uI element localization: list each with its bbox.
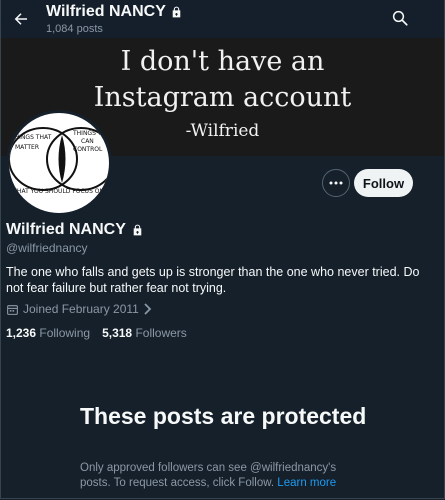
protected-title: These posts are protected: [80, 403, 367, 429]
profile-name: Wilfried NANCY: [6, 220, 144, 240]
following-label: Following: [39, 326, 91, 340]
avatar-text-right-3: CONTROL: [73, 146, 103, 153]
avatar[interactable]: THINGS THAT MATTER THINGS YOU CAN CONTRO…: [6, 110, 112, 216]
following-link[interactable]: 1,236 Following: [6, 326, 90, 340]
more-dots-icon: [329, 181, 343, 185]
more-options-button[interactable]: [322, 169, 350, 197]
chevron-right-icon[interactable]: [143, 303, 153, 315]
calendar-icon: [7, 304, 18, 315]
followers-link[interactable]: 5,318 Followers: [102, 326, 187, 340]
search-icon: [392, 10, 408, 26]
followers-count: 5,318: [102, 326, 133, 340]
joined-label: Joined February 2011: [23, 302, 139, 316]
lock-icon: [133, 224, 142, 236]
avatar-text-left-2: MATTER: [15, 144, 39, 151]
search-button[interactable]: [384, 2, 416, 34]
avatar-text-left-1: THINGS THAT: [10, 134, 52, 141]
learn-more-link[interactable]: Learn more: [277, 477, 336, 489]
arrow-left-icon: [14, 13, 27, 25]
header-title: Wilfried NANCY: [46, 2, 183, 22]
banner-line-1: I don't have an: [120, 46, 325, 77]
following-count: 1,236: [6, 326, 37, 340]
profile-bio: The one who falls and gets up is stronge…: [6, 265, 420, 295]
svg-text:THINGS THAT MATTER: THINGS THAT MATTER: [10, 134, 53, 151]
joined-date: Joined February 2011: [6, 302, 153, 316]
follow-button[interactable]: Follow: [354, 169, 413, 197]
avatar-text-bottom: WHAT YOU SHOULD FOCUS ON: [11, 188, 104, 195]
profile-stats: 1,236 Following 5,318 Followers: [6, 326, 187, 340]
svg-text:THINGS YOU CAN CON: THINGS YOU CAN CONTROL: [72, 130, 109, 153]
protected-description: Only approved followers can see @wilfrie…: [80, 461, 350, 491]
top-bar: Wilfried NANCY 1,084 posts: [0, 0, 445, 38]
posts-count: 1,084 posts: [46, 23, 103, 35]
avatar-text-right-2: CAN: [81, 138, 94, 145]
profile-handle: @wilfriednancy: [6, 241, 88, 255]
back-button[interactable]: [4, 2, 38, 36]
avatar-venn-image: THINGS THAT MATTER THINGS YOU CAN CONTRO…: [9, 127, 109, 195]
header-name: Wilfried NANCY: [46, 3, 166, 20]
banner-line-2: Instagram account: [93, 82, 352, 113]
followers-label: Followers: [135, 326, 187, 340]
lock-icon: [172, 6, 181, 18]
profile-display-name: Wilfried NANCY: [6, 221, 126, 238]
